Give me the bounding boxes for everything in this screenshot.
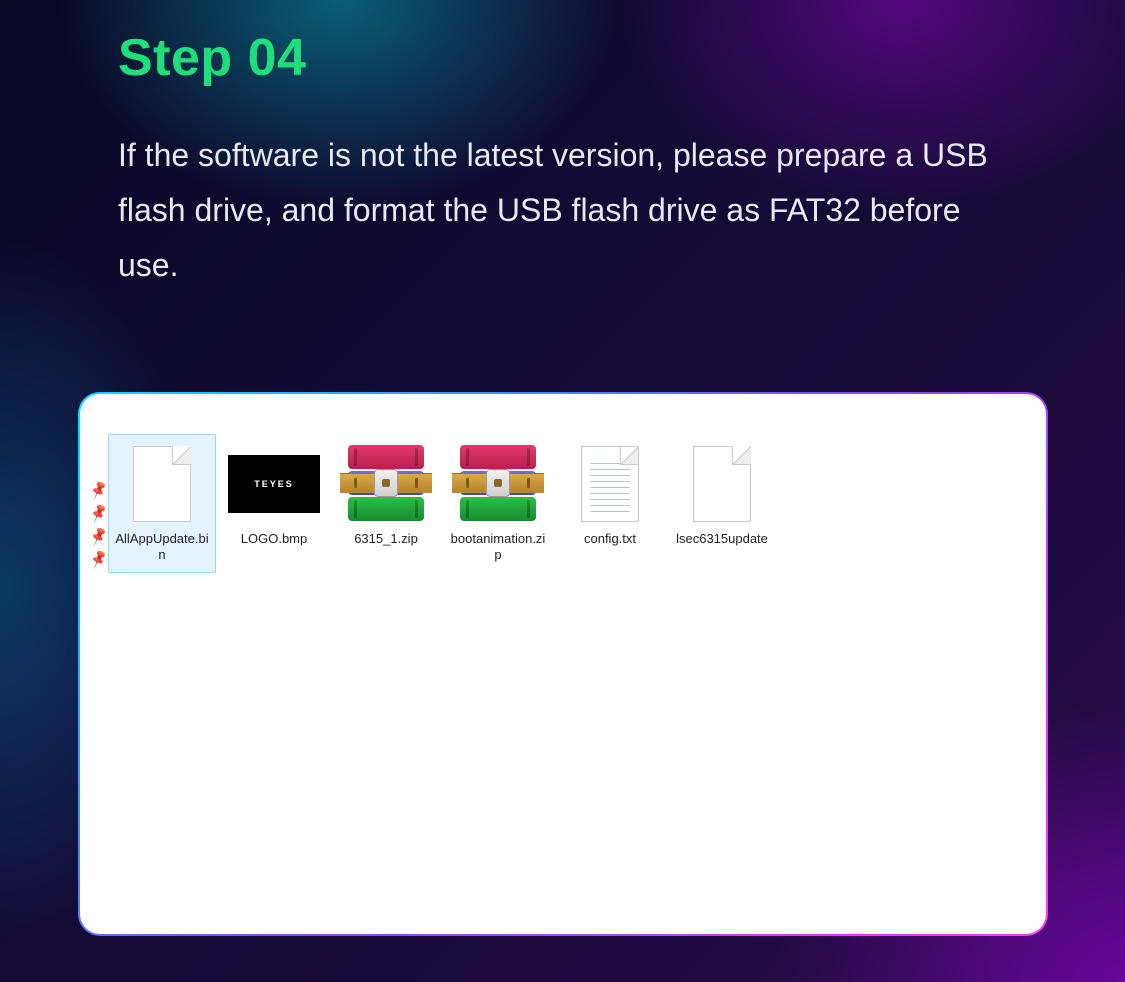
pin-icon: 📌 bbox=[88, 503, 110, 525]
file-label: lsec6315update bbox=[676, 531, 768, 547]
file-item[interactable]: 6315_1.zip bbox=[332, 434, 440, 573]
file-icon-box bbox=[564, 441, 656, 527]
file-item[interactable]: bootanimation.zip bbox=[444, 434, 552, 573]
file-label: config.txt bbox=[584, 531, 636, 547]
archive-icon bbox=[340, 443, 432, 525]
file-panel-frame: 📌 📌 📌 📌 AllAppUpdate.bin TEYES LOGO.bmp 63… bbox=[78, 392, 1048, 936]
quick-access-pins: 📌 📌 📌 📌 bbox=[90, 482, 107, 568]
file-label: 6315_1.zip bbox=[354, 531, 418, 547]
file-icon-box bbox=[116, 441, 208, 527]
step-description: If the software is not the latest versio… bbox=[118, 128, 988, 293]
file-item[interactable]: lsec6315update bbox=[668, 434, 776, 573]
file-item[interactable]: AllAppUpdate.bin bbox=[108, 434, 216, 573]
file-label: LOGO.bmp bbox=[241, 531, 307, 547]
text-file-icon bbox=[581, 446, 639, 522]
file-label: bootanimation.zip bbox=[448, 531, 548, 564]
bitmap-icon: TEYES bbox=[228, 455, 320, 513]
file-item[interactable]: TEYES LOGO.bmp bbox=[220, 434, 328, 573]
step-title: Step 04 bbox=[118, 28, 306, 88]
file-icon-box bbox=[676, 441, 768, 527]
file-item[interactable]: config.txt bbox=[556, 434, 664, 573]
file-icon-box: TEYES bbox=[228, 441, 320, 527]
pin-icon: 📌 bbox=[88, 526, 110, 548]
file-icon bbox=[693, 446, 751, 522]
pin-icon: 📌 bbox=[88, 480, 110, 502]
file-icon-box bbox=[452, 441, 544, 527]
file-list: AllAppUpdate.bin TEYES LOGO.bmp 6315_1.zip… bbox=[108, 434, 776, 573]
file-icon bbox=[133, 446, 191, 522]
file-explorer-panel: 📌 📌 📌 📌 AllAppUpdate.bin TEYES LOGO.bmp 63… bbox=[80, 394, 1046, 934]
file-label: AllAppUpdate.bin bbox=[112, 531, 212, 564]
file-icon-box bbox=[340, 441, 432, 527]
archive-icon bbox=[452, 443, 544, 525]
pin-icon: 📌 bbox=[88, 549, 110, 571]
